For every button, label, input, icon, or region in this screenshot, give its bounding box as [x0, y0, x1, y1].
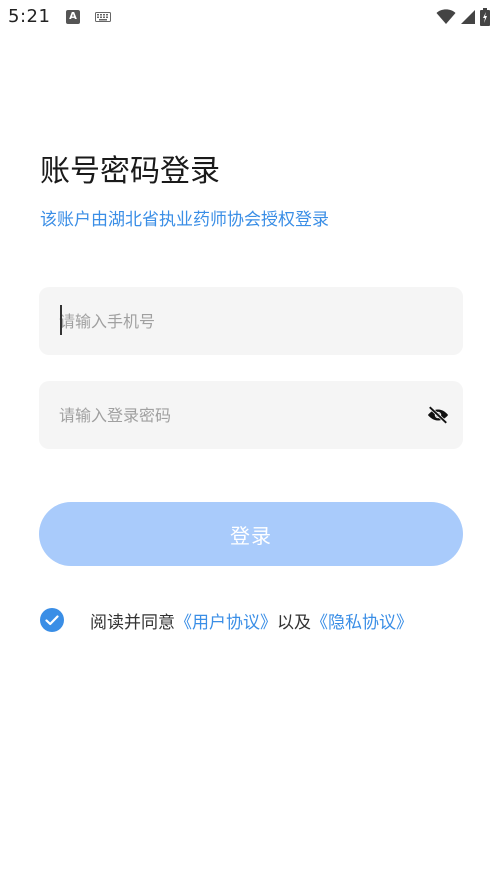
user-agreement-link[interactable]: 《用户协议》	[175, 613, 277, 633]
signal-icon	[461, 10, 475, 24]
status-bar: 5:21 A	[0, 0, 500, 36]
phone-field[interactable]	[39, 287, 463, 355]
status-time: 5:21	[8, 6, 51, 27]
password-input[interactable]	[59, 381, 419, 449]
phone-input[interactable]	[59, 287, 419, 355]
agreement-text: 阅读并同意《用户协议》以及《隐私协议》	[90, 608, 413, 633]
privacy-policy-link[interactable]: 《隐私协议》	[311, 613, 413, 633]
eye-slash-icon[interactable]	[427, 405, 449, 425]
text-cursor	[60, 305, 62, 335]
login-button[interactable]: 登录	[39, 502, 463, 566]
page-title: 账号密码登录	[40, 154, 220, 189]
check-icon	[45, 614, 59, 625]
page-subtitle: 该账户由湖北省执业药师协会授权登录	[40, 210, 329, 230]
agreement-prefix: 阅读并同意	[90, 612, 175, 633]
agreement-conjunction: 以及	[277, 612, 311, 633]
wifi-icon	[436, 9, 456, 24]
battery-icon	[480, 8, 490, 26]
a-app-icon: A	[66, 10, 80, 24]
agree-checkbox[interactable]	[40, 608, 64, 632]
password-field[interactable]	[39, 381, 463, 449]
status-icons	[436, 6, 490, 28]
agreement-row: 阅读并同意《用户协议》以及《隐私协议》	[40, 606, 413, 634]
keyboard-icon	[95, 12, 111, 22]
